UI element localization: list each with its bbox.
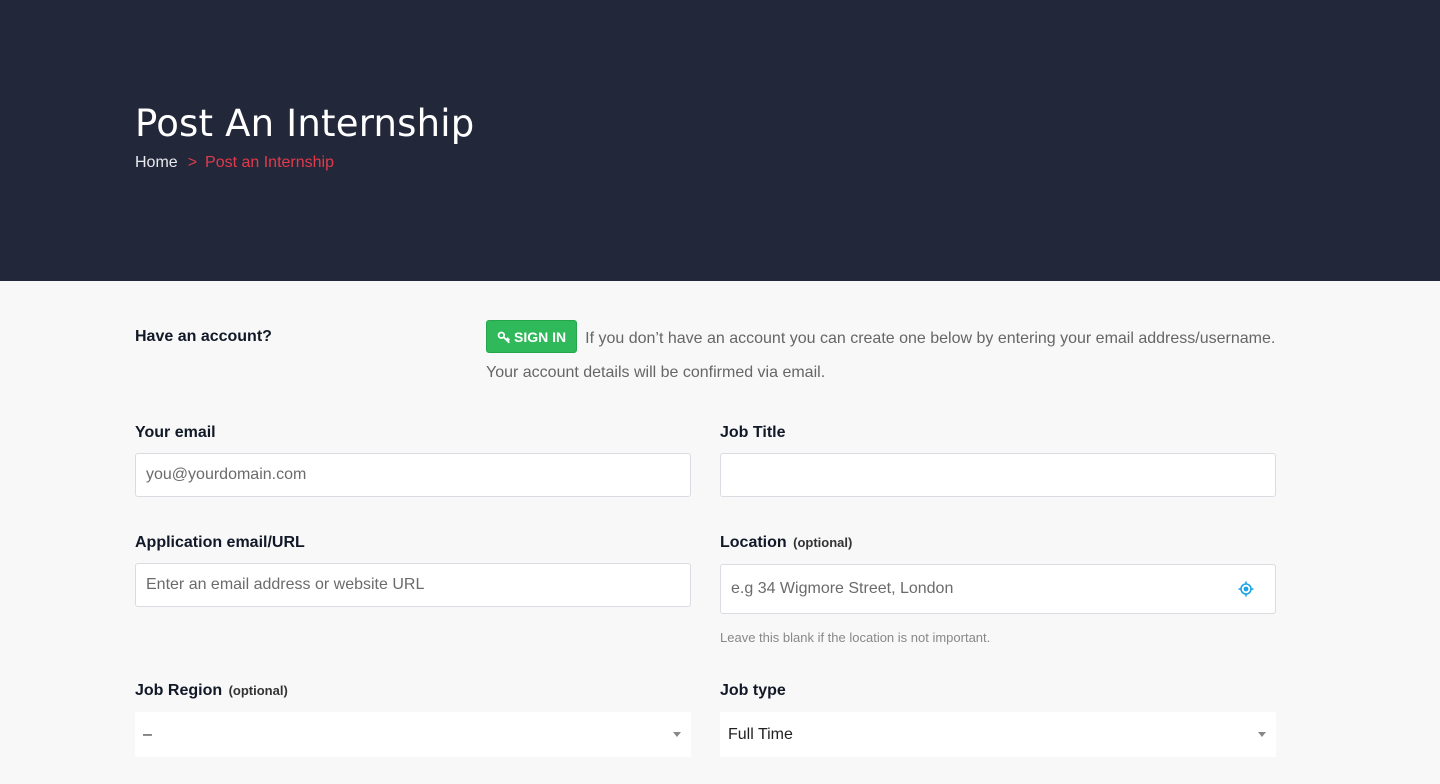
- crosshair-icon[interactable]: [1237, 580, 1255, 598]
- sign-in-button[interactable]: SIGN IN: [486, 320, 578, 354]
- have-account-label: Have an account?: [135, 328, 272, 345]
- job-region-select[interactable]: –: [135, 712, 691, 757]
- job-region-label: Job Region (optional): [135, 682, 288, 700]
- job-type-label: Job type: [720, 682, 786, 699]
- application-field-wrap: [135, 563, 691, 607]
- location-input[interactable]: [721, 565, 1237, 613]
- caret-down-icon: [673, 732, 681, 737]
- account-note: SIGN IN If you don’t have an account you…: [486, 320, 1306, 390]
- account-note-text: If you don’t have an account you can cre…: [486, 330, 1276, 381]
- job-type-value: Full Time: [728, 725, 793, 743]
- breadcrumb: Home > Post an Internship: [135, 154, 334, 172]
- sign-in-label: SIGN IN: [514, 328, 567, 345]
- breadcrumb-current: Post an Internship: [205, 154, 334, 171]
- application-input[interactable]: [136, 564, 690, 606]
- job-region-label-text: Job Region: [135, 682, 223, 699]
- job-region-value: –: [143, 725, 152, 743]
- job-region-optional-tag: (optional): [228, 683, 288, 698]
- your-email-label: Your email: [135, 424, 216, 441]
- location-field-wrap: [720, 564, 1276, 614]
- page-header: Post An Internship Home > Post an Internsh…: [0, 0, 1440, 281]
- key-icon: [497, 331, 510, 343]
- page-title: Post An Internship: [135, 102, 475, 145]
- location-optional-tag: (optional): [793, 535, 853, 550]
- job-title-field-wrap: [720, 453, 1276, 497]
- job-title-input[interactable]: [721, 454, 1275, 496]
- caret-down-icon: [1258, 732, 1266, 737]
- application-label: Application email/URL: [135, 534, 305, 551]
- your-email-field-wrap: [135, 453, 691, 497]
- location-hint: Leave this blank if the location is not …: [720, 630, 991, 645]
- breadcrumb-separator: >: [187, 154, 198, 171]
- location-label: Location (optional): [720, 534, 852, 552]
- location-label-text: Location: [720, 534, 787, 551]
- post-job-form: Have an account? SIGN IN If you don’t ha…: [0, 281, 1440, 784]
- your-email-input[interactable]: [136, 454, 690, 496]
- job-title-label: Job Title: [720, 424, 786, 441]
- job-type-select[interactable]: Full Time: [720, 712, 1276, 757]
- breadcrumb-home-link[interactable]: Home: [135, 154, 178, 171]
